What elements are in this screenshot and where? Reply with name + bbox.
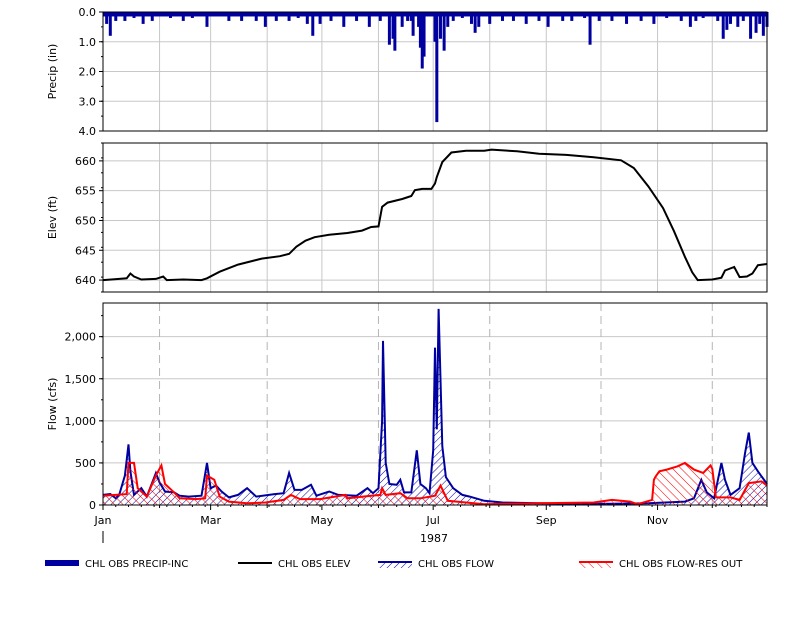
- y-tick-label: 2.0: [79, 66, 97, 79]
- y-tick-label: 0: [89, 499, 96, 512]
- legend-item: CHL OBS PRECIP-INC: [45, 559, 188, 570]
- y-axis-label: Elev (ft): [46, 196, 59, 239]
- hydrograph-chart: 0.0 1.0 2.0 3.0 4.0 Precip (in) 640 645 650 655 66…: [45, 6, 769, 570]
- precip-bar: [387, 12, 391, 45]
- y-tick-label: 1,500: [65, 373, 97, 386]
- x-tick-label: Nov: [647, 514, 669, 527]
- y-tick-label: 660: [75, 155, 96, 168]
- precip-bar: [588, 12, 592, 45]
- panel-2: 0 500 1,000 1,500 2,000 Flow (cfs): [46, 302, 768, 512]
- x-axis-year-label: 1987: [420, 532, 448, 545]
- panel-0: 0.0 1.0 2.0 3.0 4.0 Precip (in): [46, 6, 769, 138]
- legend-label: CHL OBS ELEV: [278, 559, 351, 570]
- precip-base-band: [103, 12, 767, 17]
- x-tick-label: Sep: [536, 514, 557, 527]
- precip-bar: [435, 12, 439, 123]
- y-tick-label: 1.0: [79, 36, 97, 49]
- legend-item: CHL OBS FLOW: [378, 559, 494, 570]
- y-tick-label: 0.0: [79, 6, 97, 19]
- legend-item: CHL OBS ELEV: [238, 559, 351, 570]
- panel-1: 640 645 650 655 660 Elev (ft): [46, 142, 768, 293]
- y-tick-label: 640: [75, 274, 96, 287]
- y-tick-label: 4.0: [79, 125, 97, 138]
- x-tick-label: Mar: [200, 514, 221, 527]
- legend-label: CHL OBS PRECIP-INC: [85, 559, 188, 570]
- x-tick-label: May: [311, 514, 334, 527]
- y-tick-label: 500: [75, 457, 96, 470]
- precip-bar: [442, 12, 446, 51]
- chart-root: 0.0 1.0 2.0 3.0 4.0 Precip (in) 640 645 650 655 66…: [0, 0, 800, 627]
- y-axis-label: Precip (in): [46, 44, 59, 100]
- y-tick-label: 645: [75, 244, 96, 257]
- legend-swatch: [45, 560, 79, 566]
- precip-bar: [422, 12, 426, 57]
- y-tick-label: 2,000: [65, 331, 97, 344]
- precip-bar: [393, 12, 397, 51]
- y-tick-label: 3.0: [79, 95, 97, 108]
- legend-item: CHL OBS FLOW-RES OUT: [579, 559, 743, 570]
- legend-label: CHL OBS FLOW: [418, 559, 494, 570]
- y-tick-label: 655: [75, 185, 96, 198]
- legend-label: CHL OBS FLOW-RES OUT: [619, 559, 743, 570]
- y-tick-label: 1,000: [65, 415, 97, 428]
- y-tick-label: 650: [75, 214, 96, 227]
- y-axis-label: Flow (cfs): [46, 378, 59, 431]
- x-tick-label: Jul: [426, 514, 440, 527]
- x-tick-label: Jan: [94, 514, 112, 527]
